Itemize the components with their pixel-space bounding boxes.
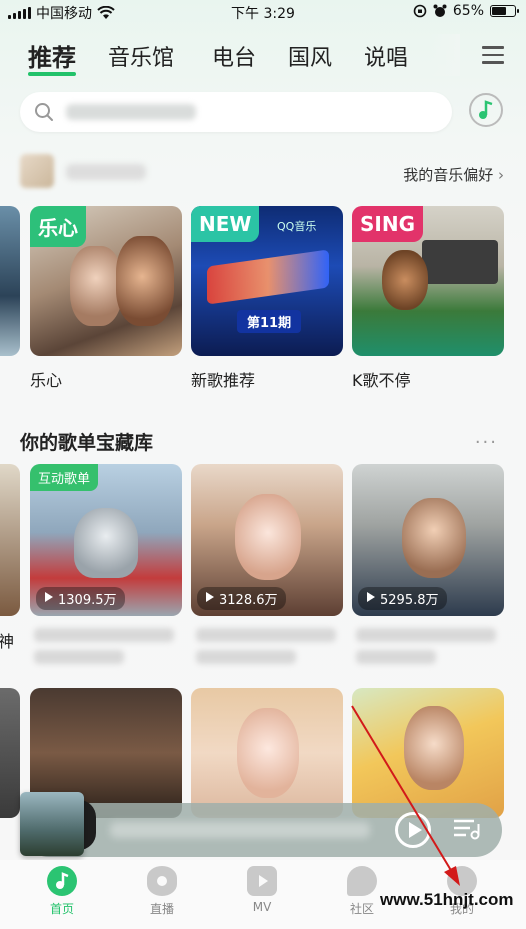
- person-art: [382, 250, 428, 310]
- playlist-title-blurred: [34, 628, 174, 642]
- chat-icon: [347, 866, 377, 896]
- interactive-playlist-tag: 互动歌单: [30, 464, 99, 491]
- face-art-left: [70, 246, 122, 326]
- play-count: 1309.5万: [36, 587, 125, 610]
- music-recognition-icon[interactable]: [468, 92, 504, 128]
- playlist-card-2[interactable]: 3128.6万: [191, 464, 343, 616]
- featured-card-lexin[interactable]: 乐心: [30, 206, 182, 356]
- playlist-peek-card[interactable]: [0, 464, 20, 616]
- sing-badge: SING: [352, 206, 423, 242]
- playlist-title-blurred: [356, 650, 436, 664]
- featured-peek-card[interactable]: [0, 206, 20, 356]
- tab-guofeng[interactable]: 国风: [288, 40, 332, 72]
- hero-art: [74, 508, 138, 578]
- playlist-title-blurred: [34, 650, 124, 664]
- section-title: 你的歌单宝藏库: [20, 432, 154, 454]
- nav-home[interactable]: 首页: [27, 866, 97, 917]
- qq-music-brand: QQ音乐: [277, 220, 317, 233]
- play-count: 5295.8万: [358, 587, 447, 610]
- featured-card-k-song[interactable]: SING: [352, 206, 504, 356]
- face-art: [402, 498, 466, 578]
- row3-card-2[interactable]: [191, 688, 343, 818]
- playlist-title-blurred: [356, 628, 496, 642]
- watermark: www.51hnjt.com: [380, 890, 514, 909]
- nav-home-label: 首页: [49, 902, 74, 916]
- search-bar[interactable]: [20, 92, 452, 132]
- cover-stripe: [207, 249, 329, 305]
- tab-rap[interactable]: 说唱: [364, 40, 408, 72]
- music-note-icon: [47, 866, 77, 896]
- featured-card-new-songs[interactable]: NEW QQ音乐 第11期: [191, 206, 343, 356]
- nav-live[interactable]: 直播: [127, 866, 197, 917]
- face-art-right: [116, 236, 174, 326]
- lexin-badge: 乐心: [30, 206, 86, 247]
- play-icon: [247, 866, 277, 896]
- face-art: [235, 494, 301, 580]
- top-tab-bar: 推荐 音乐馆 电台 国风 说唱: [0, 34, 526, 76]
- row3-card-3[interactable]: [352, 688, 504, 818]
- tab-radio[interactable]: 电台: [212, 40, 256, 72]
- now-playing-cover[interactable]: [20, 792, 84, 856]
- play-count: 3128.6万: [197, 587, 286, 610]
- search-icon: [35, 103, 53, 121]
- menu-icon[interactable]: [482, 46, 504, 64]
- music-preference-label: 我的音乐偏好: [403, 166, 494, 184]
- play-button[interactable]: [395, 812, 431, 848]
- user-name-blurred: [66, 164, 146, 180]
- tab-music-hall[interactable]: 音乐馆: [108, 40, 174, 72]
- chevron-right-icon: ›: [498, 166, 504, 184]
- eye-icon: [147, 866, 177, 896]
- nav-mv[interactable]: MV: [227, 866, 297, 914]
- now-playing-title-blurred: [110, 822, 370, 838]
- battery-percent: 65%: [452, 3, 484, 19]
- boombox-art: [422, 240, 498, 284]
- face-art: [237, 708, 299, 798]
- nav-live-label: 直播: [149, 902, 174, 916]
- nav-community-label: 社区: [349, 902, 374, 916]
- playlist-title-blurred: [196, 628, 336, 642]
- playlist-card-3[interactable]: 5295.8万: [352, 464, 504, 616]
- battery-fill: [492, 7, 506, 15]
- playlist-card-1[interactable]: 互动歌单 1309.5万: [30, 464, 182, 616]
- search-input[interactable]: [64, 100, 434, 124]
- featured-title-k-song: K歌不停: [352, 371, 411, 390]
- playlist-peek-title: 神: [0, 632, 15, 651]
- tab-fade: [430, 34, 460, 76]
- music-preference-link[interactable]: 我的音乐偏好 ›: [403, 164, 504, 185]
- featured-title-lexin: 乐心: [30, 371, 63, 390]
- playlist-icon[interactable]: [452, 816, 482, 842]
- battery-icon: [490, 5, 519, 17]
- orientation-lock-icon: [413, 4, 427, 18]
- status-right: 65%: [413, 3, 519, 19]
- new-badge: NEW: [191, 206, 260, 242]
- user-avatar-blurred: [20, 154, 54, 188]
- tab-recommend[interactable]: 推荐: [28, 38, 76, 73]
- nav-mv-label: MV: [252, 900, 272, 914]
- row3-peek-card[interactable]: [0, 688, 20, 818]
- face-art: [404, 706, 464, 790]
- more-icon[interactable]: ···: [475, 432, 498, 453]
- active-tab-indicator: [28, 72, 76, 76]
- featured-title-new-songs: 新歌推荐: [191, 371, 256, 390]
- status-bar: 中国移动 下午 3:29 65%: [0, 0, 526, 24]
- issue-label: 第11期: [237, 310, 302, 333]
- playlist-title-blurred: [196, 650, 296, 664]
- alarm-icon: [433, 4, 447, 17]
